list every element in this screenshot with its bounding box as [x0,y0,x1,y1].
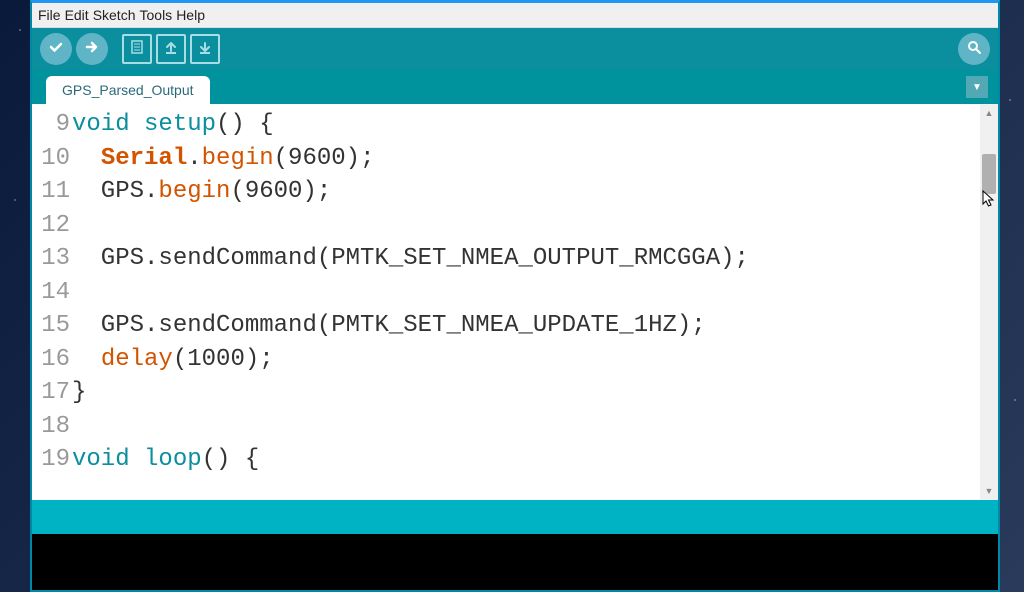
arrow-down-icon [197,39,213,60]
code-line: 12 [32,209,980,243]
line-number: 16 [32,343,72,377]
vertical-scrollbar[interactable]: ▲ ▼ [980,104,998,500]
mouse-cursor-icon [982,190,996,213]
code-content: GPS.begin(9600); [72,175,331,209]
serial-monitor-button[interactable] [958,33,990,65]
toolbar [32,28,998,70]
line-number: 19 [32,443,72,477]
code-line: 10 Serial.begin(9600); [32,142,980,176]
code-editor[interactable]: 9void setup() {10 Serial.begin(9600);11 … [32,104,980,500]
code-content: void loop() { [72,443,259,477]
arrow-right-icon [84,39,100,60]
code-line: 9void setup() { [32,108,980,142]
scroll-thumb[interactable] [982,154,996,194]
line-number: 15 [32,309,72,343]
code-content: void setup() { [72,108,274,142]
open-sketch-button[interactable] [156,34,186,64]
verify-button[interactable] [40,33,72,65]
save-sketch-button[interactable] [190,34,220,64]
code-line: 17} [32,376,980,410]
sketch-tab[interactable]: GPS_Parsed_Output [46,76,210,104]
code-content: Serial.begin(9600); [72,142,374,176]
upload-button[interactable] [76,33,108,65]
file-icon [129,39,145,60]
menu-edit[interactable]: Edit [65,7,89,23]
menu-file[interactable]: File [38,7,61,23]
chevron-down-icon: ▼ [972,82,982,93]
line-number: 12 [32,209,72,243]
code-content: GPS.sendCommand(PMTK_SET_NMEA_OUTPUT_RMC… [72,242,749,276]
menu-sketch[interactable]: Sketch [93,7,136,23]
code-line: 15 GPS.sendCommand(PMTK_SET_NMEA_UPDATE_… [32,309,980,343]
ide-window: File Edit Sketch Tools Help [30,0,1000,592]
scroll-down-button[interactable]: ▼ [980,482,998,500]
code-line: 11 GPS.begin(9600); [32,175,980,209]
line-number: 18 [32,410,72,444]
line-number: 17 [32,376,72,410]
scroll-up-button[interactable]: ▲ [980,104,998,122]
code-line: 13 GPS.sendCommand(PMTK_SET_NMEA_OUTPUT_… [32,242,980,276]
code-line: 19void loop() { [32,443,980,477]
code-content: delay(1000); [72,343,274,377]
line-number: 9 [32,108,72,142]
line-number: 13 [32,242,72,276]
line-number: 14 [32,276,72,310]
arrow-up-icon [163,39,179,60]
code-line: 18 [32,410,980,444]
magnifier-icon [966,39,982,60]
menubar: File Edit Sketch Tools Help [32,3,998,28]
line-number: 10 [32,142,72,176]
tab-menu-button[interactable]: ▼ [966,76,988,98]
editor-area: 9void setup() {10 Serial.begin(9600);11 … [32,104,998,500]
new-sketch-button[interactable] [122,34,152,64]
check-icon [48,39,64,60]
menu-help[interactable]: Help [176,7,205,23]
menu-tools[interactable]: Tools [140,7,173,23]
tab-strip: GPS_Parsed_Output ▼ [32,70,998,104]
line-number: 11 [32,175,72,209]
code-content: GPS.sendCommand(PMTK_SET_NMEA_UPDATE_1HZ… [72,309,706,343]
console-area[interactable] [32,534,998,590]
status-bar [32,500,998,534]
code-line: 16 delay(1000); [32,343,980,377]
code-line: 14 [32,276,980,310]
code-content: } [72,376,86,410]
